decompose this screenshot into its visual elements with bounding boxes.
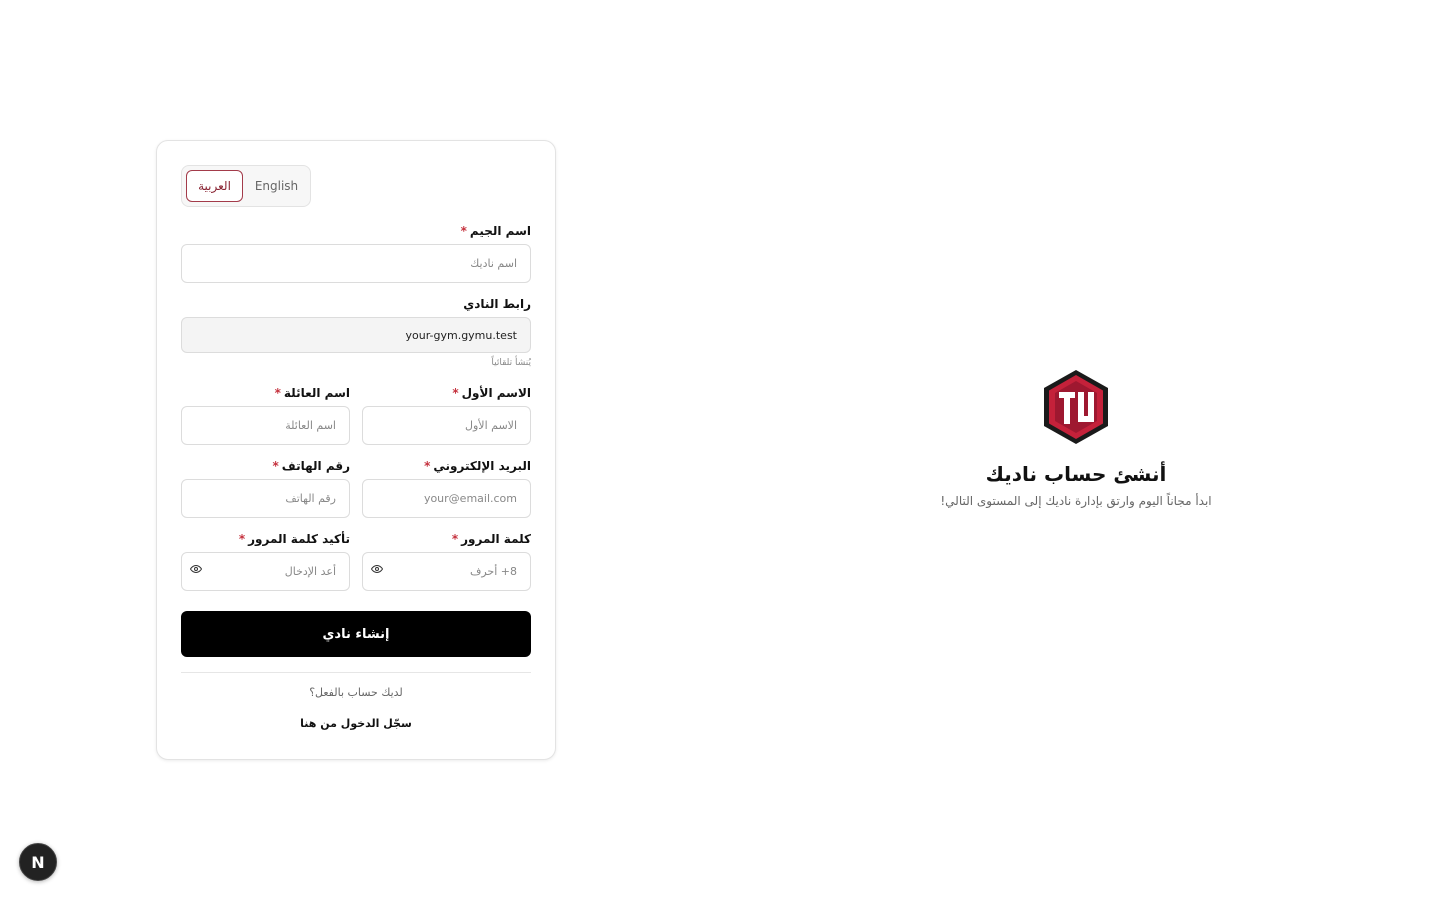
required-mark: * [272,459,279,473]
first-name-input[interactable]: الاسم الأول [362,406,531,445]
phone-label: رقم الهاتف* [273,459,350,473]
club-link-input[interactable]: your-gym.gymu.test [181,317,531,353]
required-mark: * [451,532,459,546]
email-label: البريد الإلكتروني* [424,459,531,473]
club-link-hint: يُنشأ تلقائياً [491,358,531,368]
gym-name-input[interactable]: اسم ناديك [181,244,531,283]
eye-icon[interactable] [190,563,202,575]
required-mark: * [274,386,281,400]
email-label-text: البريد الإلكتروني [433,459,531,473]
hero-subtitle: ابدأ مجاناً اليوم وارتق بإدارة ناديك إلى… [940,494,1212,508]
last-name-label-text: اسم العائلة [283,386,350,400]
last-name-input[interactable]: اسم العائلة [181,406,350,445]
password-label-text: كلمة المرور [461,532,531,546]
required-mark: * [424,459,431,473]
divider [181,672,531,673]
create-club-button[interactable]: إنشاء نادي [181,611,531,657]
language-english-button[interactable]: English [247,170,306,202]
required-mark: * [452,386,459,400]
hero-section: أنشئ حساب ناديك ابدأ مجاناً اليوم وارتق … [900,368,1252,508]
language-arabic-button[interactable]: العربية [186,170,244,202]
login-link[interactable]: سجّل الدخول من هنا [181,717,531,730]
last-name-label: اسم العائلة* [275,386,350,400]
signup-card: العربية English اسم الجيم* اسم ناديك راب… [156,140,556,760]
confirm-password-label-text: تأكيد كلمة المرور [248,532,350,546]
brand-logo-icon [1044,370,1108,444]
next-dev-badge[interactable]: N [19,843,57,881]
email-input[interactable]: your@email.com [362,479,531,518]
gym-name-label-text: اسم الجيم [469,224,531,238]
password-input[interactable]: 8+ أحرف [362,552,531,591]
confirm-password-label: تأكيد كلمة المرور* [239,532,350,546]
hero-title: أنشئ حساب ناديك [985,462,1167,486]
password-label: كلمة المرور* [452,532,531,546]
first-name-label-text: الاسم الأول [461,386,531,400]
have-account-text: لديك حساب بالفعل؟ [309,686,403,699]
gym-name-label: اسم الجيم* [461,224,531,238]
club-link-label-text: رابط النادي [463,297,531,311]
phone-label-text: رقم الهاتف [281,459,350,473]
first-name-label: الاسم الأول* [452,386,531,400]
club-link-label: رابط النادي [463,297,531,311]
required-mark: * [238,532,246,546]
eye-icon[interactable] [371,563,383,575]
phone-input[interactable]: رقم الهاتف [181,479,350,518]
required-mark: * [460,224,467,238]
confirm-password-input[interactable]: أعد الإدخال [181,552,350,591]
language-toggle: العربية English [181,165,311,207]
